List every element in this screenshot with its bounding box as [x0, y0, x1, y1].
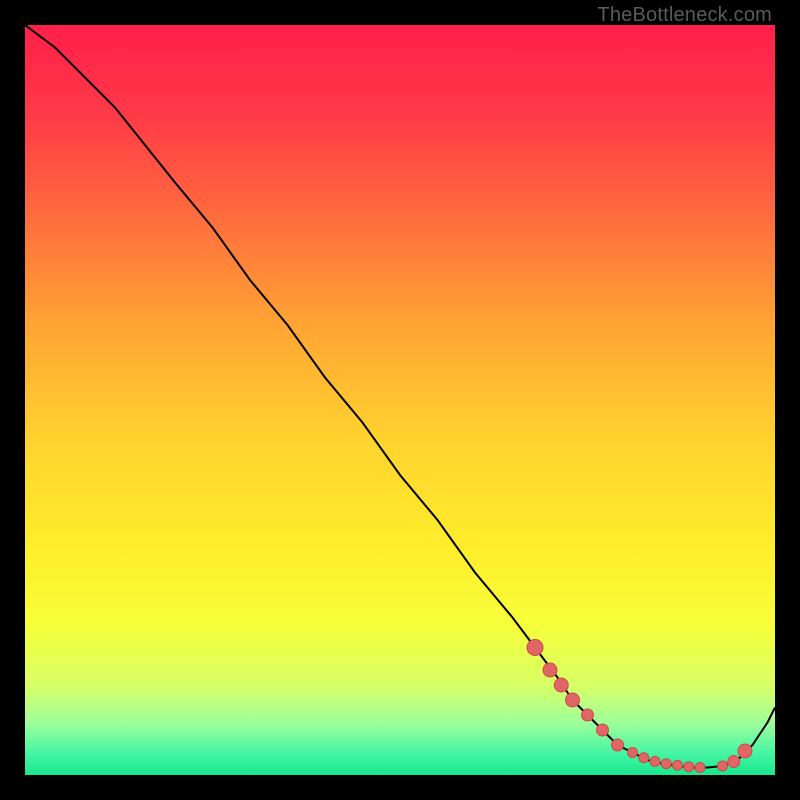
data-point: [738, 744, 752, 758]
data-point: [684, 762, 694, 772]
data-point: [695, 763, 705, 773]
watermark-text: TheBottleneck.com: [597, 4, 772, 27]
data-point: [628, 748, 638, 758]
gradient-background: [25, 25, 775, 775]
data-point: [566, 693, 580, 707]
data-point: [718, 761, 728, 771]
chart-frame: TheBottleneck.com: [0, 0, 800, 800]
data-point: [582, 709, 594, 721]
data-point: [554, 678, 568, 692]
data-point: [612, 739, 624, 751]
data-point: [639, 753, 649, 763]
data-point: [673, 760, 683, 770]
data-point: [650, 757, 660, 767]
data-point: [527, 640, 543, 656]
bottleneck-chart: [25, 25, 775, 775]
data-point: [543, 663, 557, 677]
data-point: [661, 759, 671, 769]
data-point: [728, 756, 740, 768]
data-point: [597, 724, 609, 736]
